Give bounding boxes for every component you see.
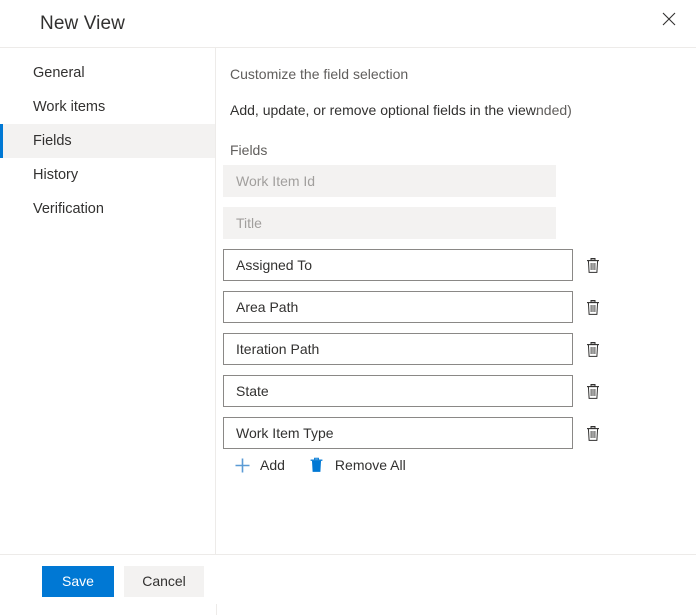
dialog-header: New View bbox=[0, 0, 696, 48]
sidebar-item-label: Fields bbox=[33, 133, 72, 149]
field-input-work-item-type[interactable]: Work Item Type bbox=[223, 417, 573, 449]
trash-icon bbox=[585, 299, 601, 316]
add-field-label: Add bbox=[260, 457, 285, 473]
delete-field-button[interactable] bbox=[581, 253, 605, 277]
add-field-button[interactable]: Add bbox=[232, 455, 285, 475]
sidebar-item-work-items[interactable]: Work items bbox=[0, 90, 215, 124]
save-button[interactable]: Save bbox=[42, 566, 114, 597]
field-input-area-path[interactable]: Area Path bbox=[223, 291, 573, 323]
sidebar-item-history[interactable]: History bbox=[0, 158, 215, 192]
page-title: New View bbox=[40, 13, 125, 34]
section-title: Customize the field selection bbox=[230, 66, 409, 82]
sidebar-item-label: Verification bbox=[33, 201, 104, 217]
trash-icon bbox=[585, 257, 601, 274]
close-icon bbox=[662, 12, 676, 26]
field-row: State bbox=[216, 375, 696, 407]
field-row: Iteration Path bbox=[216, 333, 696, 365]
field-row: Assigned To bbox=[216, 249, 696, 281]
delete-field-button[interactable] bbox=[581, 295, 605, 319]
field-input-assigned-to[interactable]: Assigned To bbox=[223, 249, 573, 281]
section-description: Add, update, or remove optional fields i… bbox=[230, 102, 539, 118]
field-row: Title bbox=[216, 207, 696, 239]
delete-field-button[interactable] bbox=[581, 337, 605, 361]
field-row: Work Item Id bbox=[216, 165, 696, 197]
field-row: Area Path bbox=[216, 291, 696, 323]
field-row: Work Item Type bbox=[216, 417, 696, 449]
section-description-extra: nded) bbox=[536, 102, 572, 118]
sidebar-item-label: Work items bbox=[33, 99, 106, 115]
dialog-body: General Work items Fields History Verifi… bbox=[0, 48, 696, 554]
sidebar-item-verification[interactable]: Verification bbox=[0, 192, 215, 226]
field-list: Work Item Id Title Assigned To Area Path… bbox=[216, 165, 696, 459]
delete-field-button[interactable] bbox=[581, 421, 605, 445]
plus-icon bbox=[232, 455, 252, 475]
field-actions: Add Remove All bbox=[216, 453, 406, 477]
sidebar-item-general[interactable]: General bbox=[0, 56, 215, 90]
fields-label: Fields bbox=[230, 142, 268, 158]
field-input-state[interactable]: State bbox=[223, 375, 573, 407]
trash-icon bbox=[585, 341, 601, 358]
dialog-footer: Save Cancel bbox=[0, 554, 696, 615]
sidebar-item-label: History bbox=[33, 167, 79, 183]
field-input-iteration-path[interactable]: Iteration Path bbox=[223, 333, 573, 365]
remove-all-label: Remove All bbox=[334, 457, 406, 473]
sidebar-item-fields[interactable]: Fields bbox=[0, 124, 215, 158]
field-input-title: Title bbox=[223, 207, 556, 239]
sidebar-item-label: General bbox=[33, 65, 85, 81]
close-button[interactable] bbox=[650, 2, 688, 36]
sidebar-nav: General Work items Fields History Verifi… bbox=[0, 48, 216, 554]
sidebar-divider bbox=[216, 604, 217, 615]
fields-panel: Customize the field selection Add, updat… bbox=[216, 48, 696, 554]
trash-icon bbox=[585, 383, 601, 400]
delete-field-button[interactable] bbox=[581, 379, 605, 403]
field-input-work-item-id: Work Item Id bbox=[223, 165, 556, 197]
remove-all-button[interactable]: Remove All bbox=[307, 455, 406, 475]
cancel-button[interactable]: Cancel bbox=[124, 566, 204, 597]
trash-icon bbox=[307, 455, 327, 475]
trash-icon bbox=[585, 425, 601, 442]
